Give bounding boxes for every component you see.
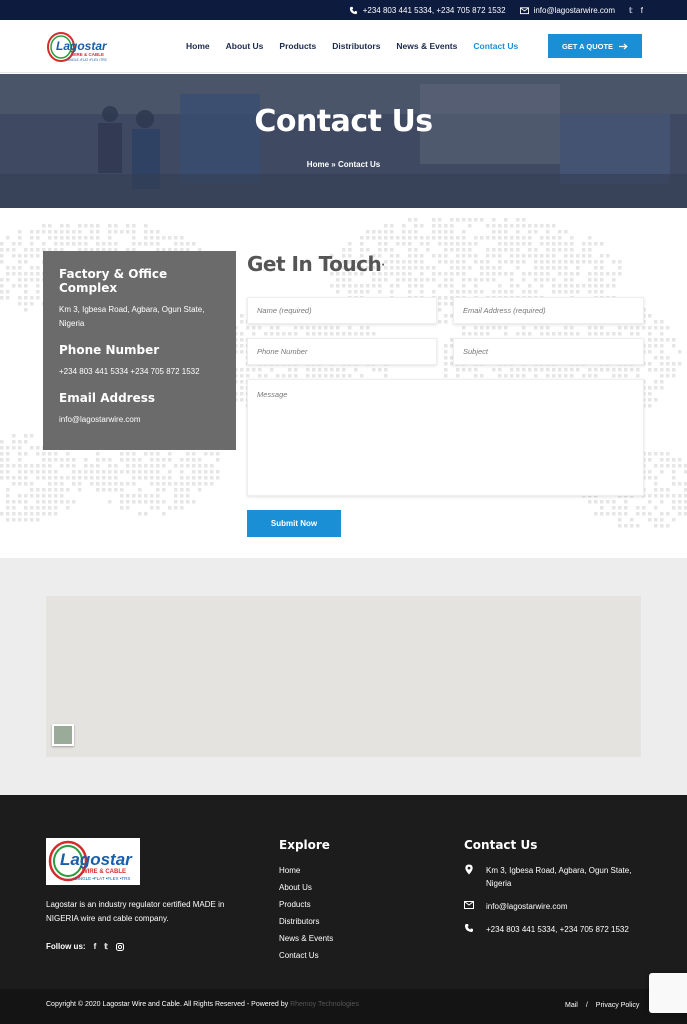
topbar-social: 𝕥 f xyxy=(629,6,643,15)
breadcrumb-separator: » xyxy=(331,160,336,169)
nav-contact-us[interactable]: Contact Us xyxy=(473,41,518,51)
map-section xyxy=(0,558,687,795)
submit-now-button[interactable]: Submit Now xyxy=(247,510,341,537)
phone-title: Phone Number xyxy=(59,343,160,357)
factory-title: Factory & Office Complex xyxy=(59,267,168,295)
twitter-icon[interactable]: 𝕥 xyxy=(104,942,108,951)
breadcrumb-home[interactable]: Home xyxy=(307,160,329,169)
name-placeholder: Name (required) xyxy=(257,306,312,315)
mail-link[interactable]: Mail xyxy=(565,1002,578,1009)
nav-products[interactable]: Products xyxy=(279,41,316,51)
nav-distributors[interactable]: Distributors xyxy=(332,41,380,51)
follow-label: Follow us: xyxy=(46,942,86,951)
bottom-bar: Copyright © 2020 Lagostar Wire and Cable… xyxy=(0,973,687,1024)
footer-address-text: Km 3, Igbesa Road, Agbara, Ogun State, N… xyxy=(486,866,632,888)
nav-about-us[interactable]: About Us xyxy=(226,41,264,51)
subject-input[interactable]: Subject xyxy=(453,338,644,365)
breadcrumb-current: Contact Us xyxy=(337,160,381,169)
message-placeholder: Message xyxy=(257,390,288,399)
subject-placeholder: Subject xyxy=(463,347,489,356)
page-title: Contact Us xyxy=(254,104,433,139)
arrow-right-icon xyxy=(619,43,628,49)
twitter-icon[interactable]: 𝕥 xyxy=(629,6,633,15)
email-input[interactable]: Email Address (required) xyxy=(453,297,644,324)
get-in-touch-title: Get In Touch· xyxy=(247,252,385,276)
hero-background-image xyxy=(0,74,687,208)
footer-link-home[interactable]: Home xyxy=(279,866,333,875)
lagostar-logo[interactable]: Lagostar WIRE & CABLE •SINGLE •FLAT •FLE… xyxy=(46,30,112,64)
phone-icon xyxy=(349,6,357,14)
privacy-policy-link[interactable]: Privacy Policy xyxy=(596,1002,640,1009)
get-a-quote-button[interactable]: GET A QUOTE xyxy=(548,34,642,58)
phone-input[interactable]: Phone Number xyxy=(247,338,437,365)
main-nav: Home About Us Products Distributors News… xyxy=(186,41,518,51)
footer-phone[interactable]: +234 803 441 5334, +234 705 872 1532 xyxy=(464,923,644,936)
footer-link-contact-us[interactable]: Contact Us xyxy=(279,951,333,960)
facebook-icon[interactable]: f xyxy=(641,6,643,15)
topbar-email-text: info@lagostarwire.com xyxy=(533,5,616,15)
email-title: Email Address xyxy=(59,391,156,405)
footer-email[interactable]: info@lagostarwire.com xyxy=(464,900,644,913)
footer-follow: Follow us: f 𝕥 xyxy=(46,942,124,951)
copyright-text: Copyright © 2020 Lagostar Wire and Cable… xyxy=(46,1001,289,1008)
top-bar: +234 803 441 5334, +234 705 872 1532 inf… xyxy=(0,0,687,20)
email-placeholder: Email Address (required) xyxy=(463,306,546,315)
site-header: Lagostar WIRE & CABLE •SINGLE •FLAT •FLE… xyxy=(0,20,687,73)
svg-text:WIRE & CABLE: WIRE & CABLE xyxy=(71,52,104,57)
contact-section: Factory & Office Complex Km 3, Igbesa Ro… xyxy=(0,208,687,558)
get-in-touch-text: Get In Touch xyxy=(247,252,382,276)
footer-description: Lagostar is an industry regulator certif… xyxy=(46,900,225,923)
svg-text:Lagostar: Lagostar xyxy=(60,850,133,869)
footer-contact-title: Contact Us xyxy=(464,838,538,852)
footer-address: Km 3, Igbesa Road, Agbara, Ogun State, N… xyxy=(464,864,644,890)
google-map[interactable] xyxy=(46,596,641,757)
facebook-icon[interactable]: f xyxy=(94,942,97,951)
explore-title: Explore xyxy=(279,838,330,852)
nav-home[interactable]: Home xyxy=(186,41,210,51)
get-a-quote-label: GET A QUOTE xyxy=(561,41,614,51)
recaptcha-badge[interactable] xyxy=(649,973,687,1013)
copyright: Copyright © 2020 Lagostar Wire and Cable… xyxy=(46,1001,359,1008)
footer-link-distributors[interactable]: Distributors xyxy=(279,917,333,926)
footer-email-text: info@lagostarwire.com xyxy=(486,902,568,911)
powered-by-link[interactable]: Rhemoy Technologies xyxy=(290,1001,359,1008)
message-textarea[interactable]: Message xyxy=(247,379,644,496)
svg-text:•SINGLE •FLAT •FLEX •TRS: •SINGLE •FLAT •FLEX •TRS xyxy=(66,58,107,62)
bottom-link-separator: / xyxy=(585,1002,588,1009)
phone-value: +234 803 441 5334 +234 705 872 1532 xyxy=(59,367,200,376)
footer-link-products[interactable]: Products xyxy=(279,900,333,909)
name-input[interactable]: Name (required) xyxy=(247,297,437,324)
envelope-icon xyxy=(464,901,474,909)
bottom-links: Mail / Privacy Policy xyxy=(565,1002,639,1009)
instagram-icon[interactable] xyxy=(115,942,124,951)
topbar-phone[interactable]: +234 803 441 5334, +234 705 872 1532 xyxy=(349,6,506,15)
footer-logo[interactable]: Lagostar WIRE & CABLE •SINGLE •FLAT •FLE… xyxy=(46,838,140,885)
svg-text:•SINGLE •FLAT •FLEX •TRS: •SINGLE •FLAT •FLEX •TRS xyxy=(73,876,130,881)
footer-phone-text: +234 803 441 5334, +234 705 872 1532 xyxy=(486,925,629,934)
topbar-phone-text: +234 803 441 5334, +234 705 872 1532 xyxy=(362,5,506,15)
topbar-email[interactable]: info@lagostarwire.com xyxy=(519,5,616,15)
contact-info-box: Factory & Office Complex Km 3, Igbesa Ro… xyxy=(43,251,236,450)
email-value[interactable]: info@lagostarwire.com xyxy=(59,413,220,427)
site-footer: Lagostar WIRE & CABLE •SINGLE •FLAT •FLE… xyxy=(0,795,687,989)
nav-news-events[interactable]: News & Events xyxy=(396,41,457,51)
map-layer-toggle[interactable] xyxy=(52,724,74,746)
breadcrumb: Home » Contact Us xyxy=(0,160,687,169)
svg-text:Lagostar: Lagostar xyxy=(56,39,108,53)
page-hero: Contact Us Home » Contact Us xyxy=(0,74,687,208)
phone-icon xyxy=(465,924,473,932)
svg-text:WIRE & CABLE: WIRE & CABLE xyxy=(82,869,126,875)
footer-link-about-us[interactable]: About Us xyxy=(279,883,333,892)
map-pin-icon xyxy=(465,864,473,875)
phone-placeholder: Phone Number xyxy=(257,347,308,356)
envelope-icon xyxy=(519,6,529,14)
factory-address: Km 3, Igbesa Road, Agbara, Ogun State, N… xyxy=(59,305,205,328)
explore-links: Home About Us Products Distributors News… xyxy=(279,866,333,960)
footer-link-news-events[interactable]: News & Events xyxy=(279,934,333,943)
